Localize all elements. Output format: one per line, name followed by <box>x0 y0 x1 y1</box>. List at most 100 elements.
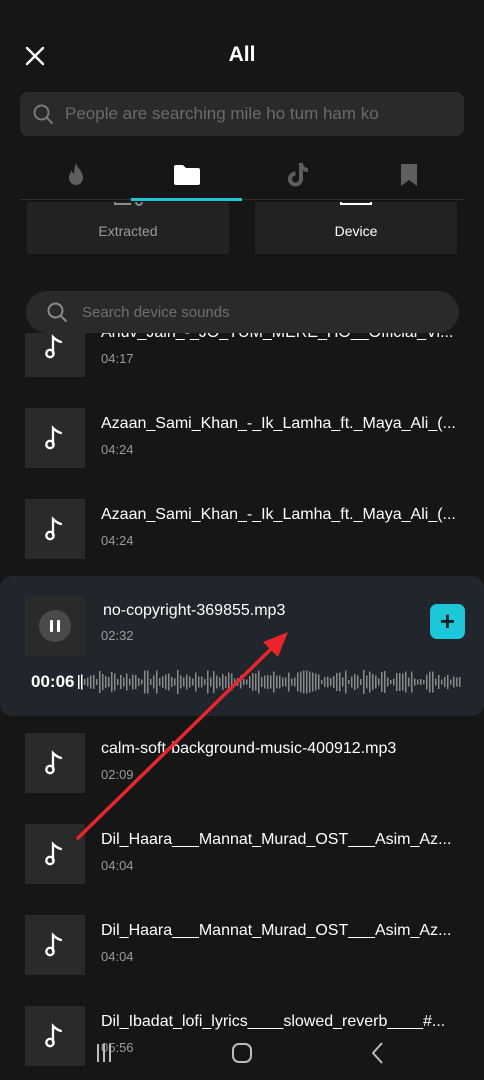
waveform-bar <box>363 670 365 694</box>
search-icon <box>33 104 53 124</box>
waveform-bar <box>270 675 272 689</box>
waveform-bar <box>348 680 350 684</box>
search-input[interactable] <box>65 92 455 136</box>
waveform-bar <box>183 677 185 687</box>
waveform-bar <box>234 678 236 686</box>
waveform-bar <box>231 673 233 691</box>
source-cards: Extracted Device <box>0 202 484 254</box>
waveform-bar <box>120 675 122 689</box>
list-item[interactable]: calm-soft-background-music-400912.mp3 02… <box>0 733 484 825</box>
waveform-bar <box>171 677 173 687</box>
waveform-bar <box>159 678 161 686</box>
waveform-bar <box>252 673 254 691</box>
device-search-input[interactable] <box>82 291 442 333</box>
flame-icon <box>68 163 83 185</box>
waveform-bar <box>321 680 323 684</box>
waveform-bar <box>402 673 404 691</box>
track-thumbnail <box>25 408 85 468</box>
waveform-bar <box>225 676 227 688</box>
waveform-bar <box>273 671 275 693</box>
sound-picker-screen: All People are searching mile ho tum ham… <box>0 0 484 1080</box>
waveform-bar <box>432 671 434 693</box>
waveform-bar <box>138 678 140 686</box>
waveform-bar <box>423 680 425 684</box>
waveform-bar <box>441 679 443 685</box>
waveform-bar <box>324 677 326 687</box>
waveform-bar <box>312 672 314 692</box>
waveform-bar <box>387 677 389 687</box>
recent-apps-icon[interactable] <box>91 1038 121 1068</box>
waveform-bar <box>309 671 311 693</box>
list-item[interactable]: Azaan_Sami_Khan_-_Ik_Lamha_ft._Maya_Ali_… <box>0 408 484 500</box>
waveform-bar <box>336 673 338 691</box>
waveform-bar <box>315 673 317 691</box>
waveform-bar <box>222 674 224 690</box>
waveform-bar <box>297 672 299 692</box>
waveform-bar <box>267 675 269 689</box>
waveform-bar <box>456 677 458 687</box>
waveform-bar <box>177 670 179 694</box>
tab-trending[interactable] <box>20 150 131 200</box>
track-duration: 04:17 <box>101 351 134 366</box>
waveform-bar <box>84 679 86 685</box>
list-item[interactable]: Dil_Haara___Mannat_Murad_OST___Asim_Az..… <box>0 824 484 916</box>
page-title: All <box>228 43 256 66</box>
waveform-bar <box>330 678 332 686</box>
waveform-bar <box>261 677 263 687</box>
waveform-bar <box>282 677 284 687</box>
track-list: Anuv_Jain_-_JO_TUM_MERE_HO__Official_Vi.… <box>0 333 484 1080</box>
search-bar[interactable] <box>20 92 464 136</box>
waveform-bar <box>153 675 155 689</box>
waveform-bar <box>168 673 170 691</box>
waveform-bar <box>156 670 158 694</box>
now-playing-item[interactable]: no-copyright-369855.mp3 02:32 + 00:06 <box>0 576 484 716</box>
waveform-bar <box>372 674 374 690</box>
tab-tiktok[interactable] <box>242 150 353 200</box>
track-title: no-copyright-369855.mp3 <box>103 602 286 619</box>
waveform-bar <box>393 678 395 686</box>
music-note-icon <box>45 334 63 359</box>
waveform-bar <box>459 677 461 687</box>
waveform-bar <box>390 680 392 684</box>
folder-icon <box>173 165 200 185</box>
source-card-extracted[interactable]: Extracted <box>27 202 229 254</box>
waveform-bar <box>288 672 290 692</box>
list-item[interactable]: Dil_Haara___Mannat_Murad_OST___Asim_Az..… <box>0 915 484 1007</box>
waveform-bar <box>345 670 347 694</box>
waveform-bar <box>360 679 362 685</box>
waveform-bar <box>396 673 398 691</box>
waveform-bar <box>420 679 422 685</box>
tab-saved[interactable] <box>353 150 464 200</box>
waveform-bar <box>192 678 194 686</box>
waveform-bar <box>276 675 278 689</box>
waveform-bar <box>249 676 251 688</box>
waveform-bar <box>129 678 131 686</box>
system-nav-bar <box>0 1030 484 1080</box>
waveform-scrubber[interactable] <box>78 668 462 696</box>
source-card-device[interactable]: Device <box>255 202 457 254</box>
waveform-bar <box>195 672 197 692</box>
music-note-icon <box>45 516 63 541</box>
waveform-bar <box>90 675 92 689</box>
list-item[interactable]: Anuv_Jain_-_JO_TUM_MERE_HO__Official_Vi.… <box>0 333 484 409</box>
track-duration: 04:04 <box>101 949 134 964</box>
pause-icon[interactable] <box>39 610 71 642</box>
waveform-bar <box>429 671 431 693</box>
track-duration: 04:24 <box>101 533 134 548</box>
track-thumbnail <box>25 733 85 793</box>
track-duration: 02:09 <box>101 767 134 782</box>
waveform-bar <box>342 677 344 687</box>
waveform-bar <box>285 677 287 687</box>
waveform-bar <box>201 676 203 688</box>
add-button[interactable]: + <box>430 604 465 639</box>
waveform-bar <box>306 670 308 694</box>
tab-folder[interactable] <box>131 150 242 201</box>
device-search-bar[interactable] <box>26 291 459 333</box>
waveform-bar <box>357 675 359 689</box>
waveform-bar <box>444 677 446 687</box>
home-icon[interactable] <box>227 1038 257 1068</box>
track-duration: 04:04 <box>101 858 134 873</box>
waveform-bar <box>204 679 206 685</box>
back-icon[interactable] <box>363 1038 393 1068</box>
waveform-bar <box>108 677 110 687</box>
